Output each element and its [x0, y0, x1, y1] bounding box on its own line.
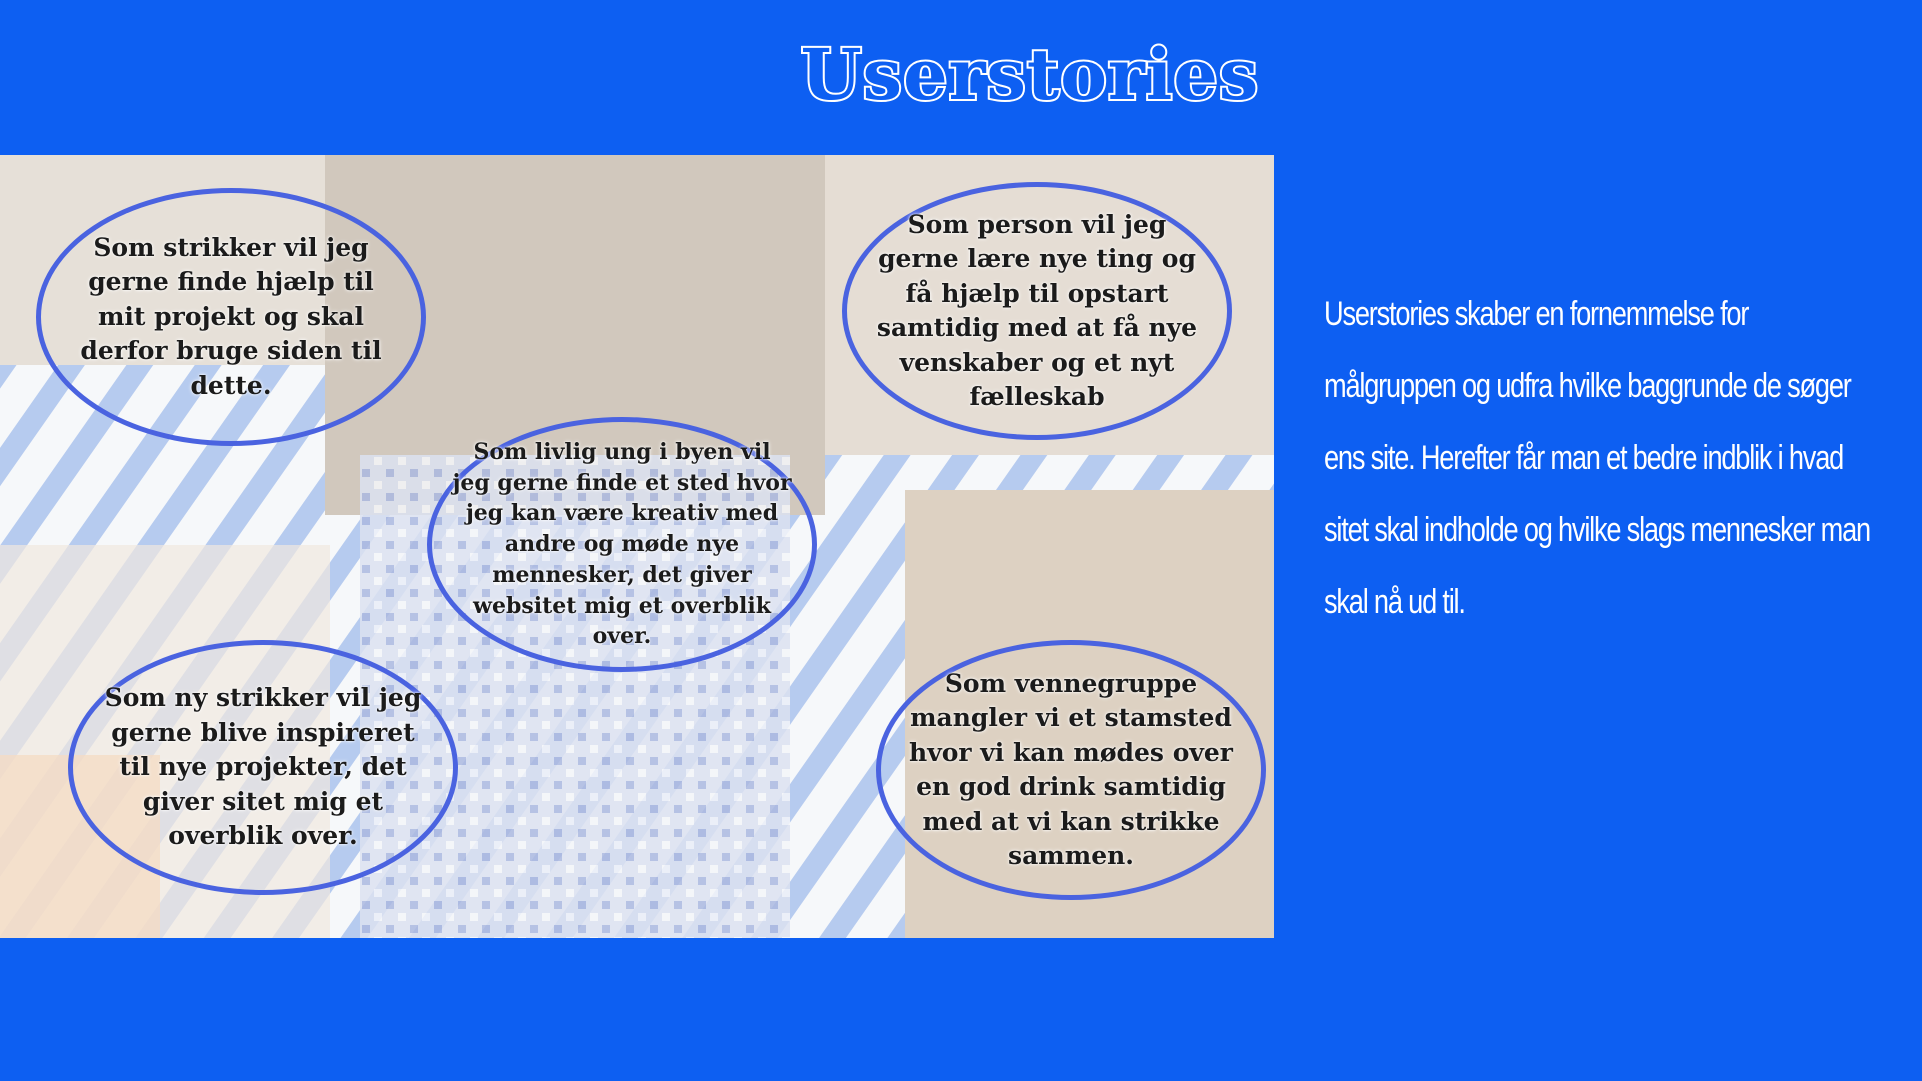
userstory-text-3: Som livlig ung i byen vil jeg gerne find…: [452, 438, 792, 650]
userstory-ellipse-1: Som strikker vil jeg gerne finde hjælp t…: [36, 188, 426, 446]
userstory-text-4: Som ny strikker vil jeg gerne blive insp…: [104, 683, 422, 851]
photo-collage: Som strikker vil jeg gerne finde hjælp t…: [0, 155, 1274, 938]
userstory-text-2: Som person vil jeg gerne lære nye ting o…: [876, 209, 1198, 412]
userstory-ellipse-5: Som vennegruppe mangler vi et stamsted h…: [876, 640, 1266, 900]
slide-title: Userstories: [799, 33, 1261, 116]
userstory-ellipse-2: Som person vil jeg gerne lære nye ting o…: [842, 182, 1232, 440]
userstory-text-1: Som strikker vil jeg gerne finde hjælp t…: [80, 232, 382, 400]
description-text: Userstories skaber en fornemmelse for må…: [1324, 295, 1871, 621]
userstory-ellipse-4: Som ny strikker vil jeg gerne blive insp…: [68, 640, 458, 895]
userstory-ellipse-3: Som livlig ung i byen vil jeg gerne find…: [427, 417, 817, 672]
userstory-text-5: Som vennegruppe mangler vi et stamsted h…: [909, 668, 1233, 871]
